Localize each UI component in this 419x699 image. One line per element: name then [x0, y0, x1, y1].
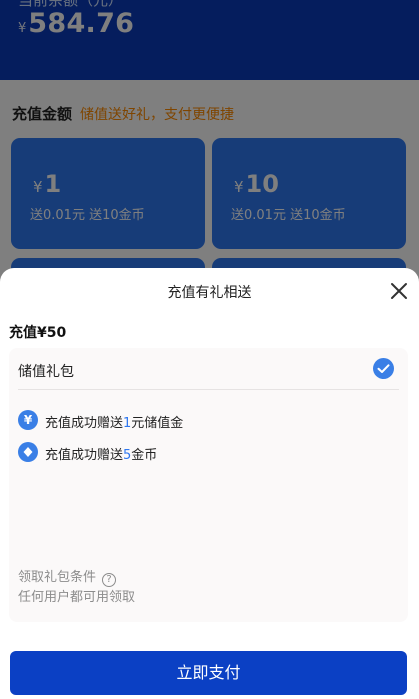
help-icon[interactable]: ?	[102, 573, 117, 587]
pay-now-button[interactable]: 立即支付	[10, 651, 407, 695]
condition-label: 领取礼包条件	[18, 570, 97, 585]
diamond-glyph	[23, 447, 33, 457]
divider	[18, 389, 399, 390]
currency-symbol: ¥	[37, 325, 47, 341]
benefit-prefix: 充值成功赠送	[45, 448, 124, 463]
condition-text: 任何用户都可用领取	[18, 590, 136, 605]
benefit-suffix: 金币	[131, 448, 158, 463]
check-circle-icon[interactable]	[373, 358, 394, 379]
benefit-text: 充值成功赠送1元储值金	[45, 412, 183, 431]
gift-package-name: 储值礼包	[18, 364, 74, 380]
recharge-amount: 50	[46, 325, 67, 341]
gift-bottom-sheet: 充值有礼相送 充值¥50 储值礼包 ¥ 充值成功赠送1元储值金 充值成功赠送5金…	[0, 268, 419, 699]
sheet-title: 充值有礼相送	[167, 285, 252, 301]
yuan-icon: ¥	[18, 410, 38, 430]
gift-package-card[interactable]: 储值礼包 ¥ 充值成功赠送1元储值金 充值成功赠送5金币 领取礼包条件 ? 任何…	[9, 348, 408, 622]
close-button[interactable]	[388, 280, 410, 302]
close-icon	[391, 283, 407, 299]
recharge-amount-line: 充值¥50	[9, 322, 66, 342]
recharge-prefix: 充值	[9, 325, 37, 341]
benefit-suffix: 元储值金	[131, 416, 184, 431]
condition-label-row: 领取礼包条件?	[18, 566, 117, 587]
benefit-prefix: 充值成功赠送	[45, 416, 124, 431]
checkmark-glyph	[377, 364, 390, 373]
benefit-text: 充值成功赠送5金币	[45, 444, 157, 463]
coin-icon	[18, 442, 38, 462]
